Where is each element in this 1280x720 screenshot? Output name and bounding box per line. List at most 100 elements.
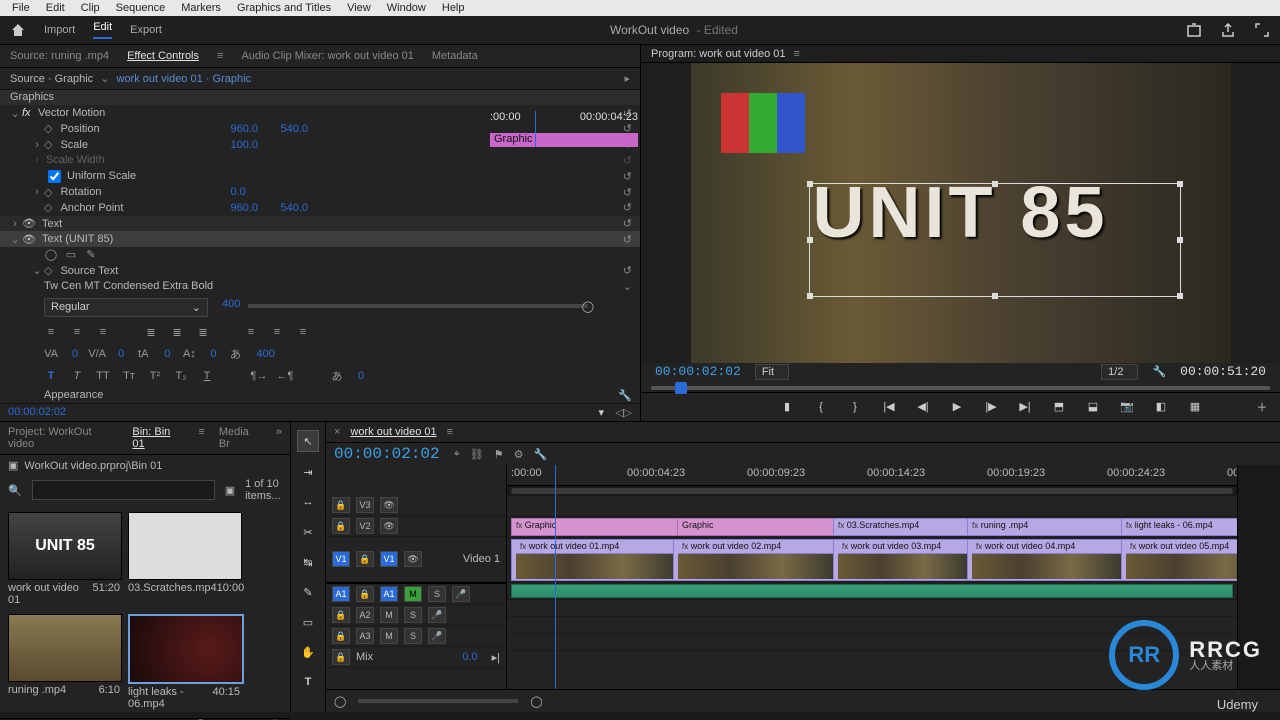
solo-a1[interactable]: S (428, 586, 446, 602)
tab-metadata[interactable]: Metadata (432, 50, 478, 62)
bin-item[interactable]: UNIT 85 work out video 0151:20 (8, 512, 120, 606)
export-frame-button[interactable]: 📷 (1119, 399, 1135, 415)
mute-a1[interactable]: M (404, 586, 422, 602)
keyframe-nav-icon[interactable]: ◁▷ (615, 407, 632, 419)
ws-import[interactable]: Import (44, 24, 75, 36)
home-icon[interactable] (10, 22, 26, 38)
valign-bot-icon[interactable]: ≡ (296, 325, 310, 339)
val-rotation[interactable]: 0.0 (230, 186, 280, 198)
menu-graphics[interactable]: Graphics and Titles (237, 2, 331, 14)
baseline-value[interactable]: 0 (210, 348, 216, 360)
twirl-icon[interactable]: › (30, 139, 44, 151)
solo-a3[interactable]: S (404, 628, 422, 644)
font-dropdown-icon[interactable]: ⌄ (623, 280, 632, 293)
step-back-button[interactable]: ◀| (915, 399, 931, 415)
valign-mid-icon[interactable]: ≡ (270, 325, 284, 339)
valign-top-icon[interactable]: ≡ (244, 325, 258, 339)
clip-workout5[interactable]: fx work out video 05.mp4 (1121, 539, 1237, 581)
reset-icon[interactable]: ↺ (623, 201, 632, 214)
keyframe-toggle-icon[interactable]: ◇ (44, 201, 52, 214)
align-center-icon[interactable]: ≡ (70, 325, 84, 339)
align-right-icon[interactable]: ≡ (96, 325, 110, 339)
lock-mix[interactable]: 🔒 (332, 649, 350, 665)
leading-icon[interactable]: tA (136, 347, 150, 361)
prop-vector-motion[interactable]: Vector Motion (36, 107, 208, 119)
mark-in-button[interactable]: { (813, 399, 829, 415)
extract-button[interactable]: ⬓ (1085, 399, 1101, 415)
justify-center-icon[interactable]: ≣ (170, 325, 184, 339)
font-size-value[interactable]: 400 (222, 298, 240, 317)
align-left-icon[interactable]: ≡ (44, 325, 58, 339)
program-scrub[interactable] (641, 381, 1280, 392)
source-patch-v1[interactable]: V1 (332, 551, 350, 567)
menu-view[interactable]: View (347, 2, 371, 14)
razor-tool[interactable]: ✂ (298, 522, 318, 542)
text-selection-box[interactable] (809, 183, 1181, 297)
menu-window[interactable]: Window (387, 2, 426, 14)
slip-tool[interactable]: ↹ (298, 552, 318, 572)
mask-ellipse-icon[interactable]: ◯ (44, 248, 58, 262)
mute-a2[interactable]: M (380, 607, 398, 623)
ec-play-icon[interactable]: ▸ (624, 72, 630, 85)
mute-a3[interactable]: M (380, 628, 398, 644)
tab-sequence[interactable]: work out video 01 (350, 426, 436, 438)
underline-icon[interactable]: T (200, 369, 214, 383)
bold-icon[interactable]: T (44, 369, 58, 383)
menu-sequence[interactable]: Sequence (116, 2, 166, 14)
track-v3[interactable] (507, 496, 1237, 517)
mask-rect-icon[interactable]: ▭ (64, 248, 78, 262)
keyframe-toggle-icon[interactable]: ◇ (44, 122, 52, 135)
bin-item[interactable]: 03.Scratches.mp410:00 (128, 512, 240, 606)
ec-inline-timeline[interactable]: :00:00 00:00:04:23 Graphic (490, 111, 638, 147)
track-a1[interactable] (507, 583, 1237, 600)
appearance-heading[interactable]: Appearance (44, 389, 103, 401)
wrench-icon[interactable]: 🔧 (1152, 365, 1166, 378)
lock-v3[interactable]: 🔒 (332, 497, 350, 513)
tab-ec-menu-icon[interactable]: ≡ (217, 50, 223, 62)
menu-file[interactable]: File (12, 2, 30, 14)
val-pos-y[interactable]: 540.0 (280, 123, 330, 135)
step-fwd-button[interactable]: |▶ (983, 399, 999, 415)
mark-out-button[interactable]: } (847, 399, 863, 415)
wrench-icon[interactable]: 🔧 (534, 448, 548, 461)
uniform-scale-checkbox[interactable] (48, 170, 61, 183)
tracking-icon[interactable]: V/A (90, 347, 104, 361)
resolution-dropdown[interactable]: 1/2 (1101, 364, 1138, 380)
justify-right-icon[interactable]: ≣ (196, 325, 210, 339)
target-v2[interactable]: V2 (356, 518, 374, 534)
visibility-icon[interactable]: 👁 (22, 217, 36, 230)
target-a3[interactable]: A3 (356, 628, 374, 644)
linked-sel-icon[interactable]: ⛓ (470, 448, 484, 461)
zoom-out-icon[interactable]: ◯ (334, 695, 346, 708)
strike-value[interactable]: 0 (358, 370, 364, 382)
lock-a1[interactable]: 🔒 (356, 586, 374, 602)
ripple-tool[interactable]: ↔ (298, 492, 318, 512)
twirl-icon[interactable]: › (30, 186, 44, 198)
kerning-value[interactable]: 0 (72, 348, 78, 360)
reset-icon[interactable]: ↺ (623, 233, 632, 246)
project-bin-grid[interactable]: UNIT 85 work out video 0151:20 03.Scratc… (0, 504, 290, 718)
voice-a1[interactable]: 🎤 (452, 586, 470, 602)
lock-a2[interactable]: 🔒 (332, 607, 350, 623)
keyframe-toggle-icon[interactable]: ◇ (44, 138, 52, 151)
menu-edit[interactable]: Edit (46, 2, 65, 14)
smallcaps-icon[interactable]: Tᴛ (122, 369, 136, 383)
target-v3[interactable]: V3 (356, 497, 374, 513)
prop-anchor[interactable]: Anchor Point (58, 202, 230, 214)
prop-rotation[interactable]: Rotation (58, 186, 230, 198)
lock-v1[interactable]: 🔒 (356, 551, 374, 567)
reset-icon[interactable]: ↺ (623, 186, 632, 199)
add-marker-button[interactable]: ▮ (779, 399, 795, 415)
clip-workout4[interactable]: fx work out video 04.mp4 (967, 539, 1127, 581)
twirl-icon[interactable]: ⌄ (30, 264, 44, 277)
toggle-output-v3[interactable]: 👁 (380, 497, 398, 513)
tab-bin[interactable]: Bin: Bin 01 (132, 426, 184, 450)
fx-badge[interactable]: fx (22, 107, 36, 119)
reset-icon[interactable]: ↺ (623, 170, 632, 183)
menu-help[interactable]: Help (442, 2, 465, 14)
tab-close-icon[interactable]: × (334, 426, 340, 438)
type-tool[interactable]: T (298, 672, 318, 692)
lock-v2[interactable]: 🔒 (332, 518, 350, 534)
audio-clip[interactable] (511, 584, 1233, 598)
tab-media-browser[interactable]: Media Br (219, 426, 262, 450)
